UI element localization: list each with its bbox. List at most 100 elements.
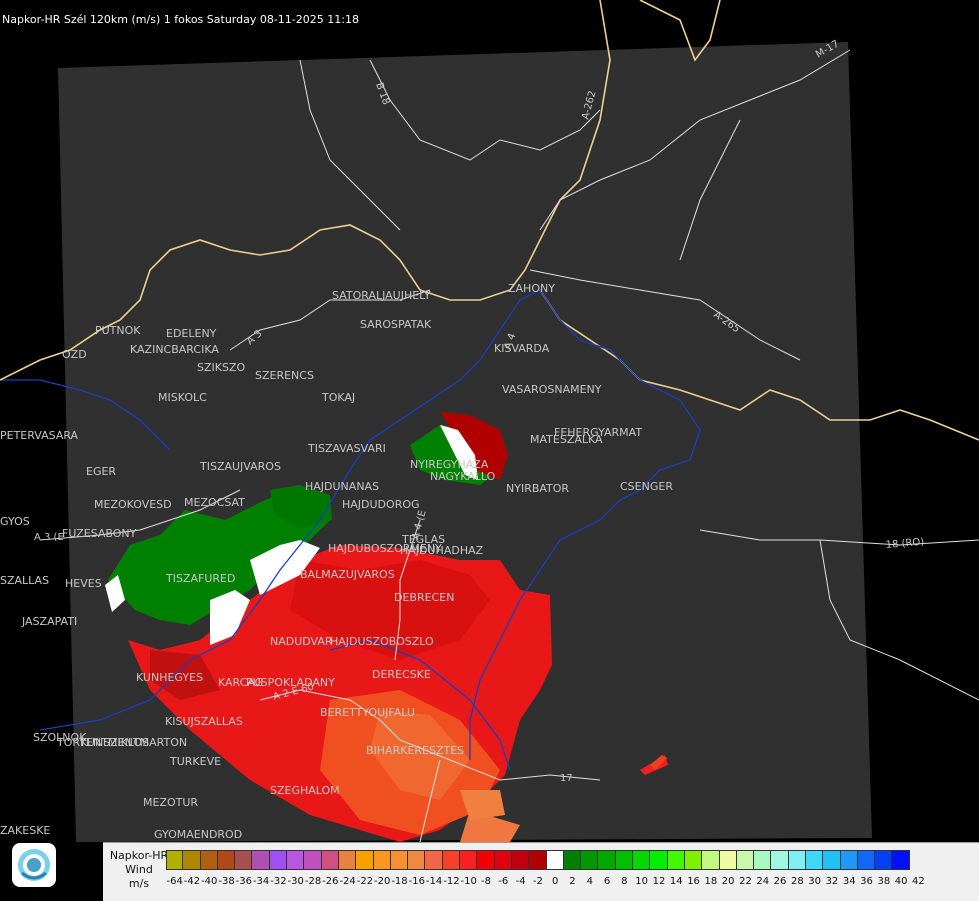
legend-tick-label: -8 [481,876,491,887]
legend-tick-label: -14 [425,876,443,887]
road-label: 17 [560,773,573,784]
city-label: NAGYKALLO [430,470,496,483]
city-label: EDELENY [166,327,217,340]
legend-tick-label: 14 [669,876,683,887]
legend-swatch [754,850,772,870]
legend-swatch [373,850,391,870]
city-label: MEZOKOVESD [94,498,172,511]
legend-tick-label: 40 [894,876,908,887]
city-label: SAROSPATAK [360,318,432,331]
legend-tick-label: 16 [687,876,700,887]
city-label: HAJDUDOROG [342,498,420,511]
city-label: TISZAUJVAROS [199,460,281,473]
legend-tick-label: -18 [391,876,408,887]
legend-swatch [321,850,339,870]
legend-swatch [217,850,236,870]
legend-swatch [771,850,789,870]
legend-swatch [875,850,893,870]
city-label: NYIRBATOR [506,482,569,495]
legend-tick-labels: -64 -42 -40 -38 -36 -34 -32 -30 -28 -26 -24 -22 -20-… [166,876,927,890]
city-label: TORTENTMIKLOS [56,736,149,749]
legend-tick-label: 28 [790,876,804,887]
legend-swatch [529,850,547,870]
legend-tick-label: -10 [460,876,477,887]
legend-title: Napkor-HR Wind m/s [103,849,175,891]
city-label: KUNHEGYES [136,671,203,684]
legend-swatch [511,850,530,870]
city-label: HAJDUHADHAZ [400,544,484,557]
legend-tick-label: -34 [252,876,270,887]
legend-swatch [252,850,270,870]
legend-swatch [840,850,858,870]
legend-tick-label: 42 [912,876,925,887]
legend-title-line: m/s [128,877,150,890]
legend-swatch [477,850,495,870]
city-label: BERETTYOUJFALU [320,706,415,719]
legend-swatch [563,850,582,870]
radar-map-view: SATORALJAUJHELY ZAHONY SAROSPATAK KISVAR… [0,0,979,901]
city-label: TURKEVE [169,755,221,768]
napkor-logo [12,843,56,887]
city-label: SZERENCS [255,369,314,382]
city-label: TISZAFURED [165,572,235,585]
city-label: BALMAZUJVAROS [300,568,395,581]
city-label: TISZAVASVARI [307,442,386,455]
legend-tick-label: 6 [603,876,611,887]
city-label: ZAKESKE [0,824,50,837]
legend-tick-label: 24 [756,876,770,887]
legend-tick-label: -20 [374,876,391,887]
legend-tick-label: 30 [808,876,821,887]
legend-tick-label: 20 [721,876,735,887]
legend-swatch [460,850,478,870]
legend-tick-label: -40 [201,876,218,887]
legend-tick-label: 26 [773,876,787,887]
city-label: TOKAJ [321,391,355,404]
city-label: JASZAPATI [21,615,77,628]
legend-swatch [650,850,668,870]
legend-swatch [736,850,755,870]
city-label: NADUDVAR [270,635,333,648]
legend-tick-label: -38 [218,876,235,887]
legend-tick-label: -64 [166,876,183,887]
legend-tick-label: 2 [569,876,576,887]
city-label: HAJDUNANAS [305,480,379,493]
city-label: GYOS [0,515,30,528]
city-label: VASAROSNAMENY [502,383,602,396]
legend-swatch [408,850,426,870]
city-label: CSENGER [620,480,673,493]
city-label: MEZOTUR [143,796,198,809]
city-label: PETERVASARA [0,429,79,442]
radar-title: Napkor-HR Szél 120km (m/s) 1 fokos Satur… [2,13,359,26]
city-label: MEZOCSAT [184,496,245,509]
legend-tick-label: -32 [270,876,287,887]
legend-swatch [304,850,322,870]
legend-swatch [269,850,288,870]
city-label: KISVARDA [494,342,550,355]
legend-tick-label: -28 [304,876,322,887]
city-label: HEVES [65,577,102,590]
legend-swatch [581,850,599,870]
legend-swatch [823,850,841,870]
city-label: PUTNOK [95,324,141,337]
city-label: SZALLAS [0,574,49,587]
legend-tick-label: -26 [322,876,339,887]
city-label: SZIKSZO [197,361,245,374]
legend-tick-label: -6 [498,876,509,887]
legend-swatch [892,850,910,870]
city-label: KISUJSZALLAS [165,715,243,728]
city-label: GYOMAENDROD [154,828,242,841]
city-label: SZEGHALOM [270,784,340,797]
city-label: MISKOLC [158,391,207,404]
legend-tick-label: -16 [408,876,425,887]
radar-map: SATORALJAUJHELY ZAHONY SAROSPATAK KISVAR… [0,0,979,842]
legend-tick-label: 32 [825,876,839,887]
legend-swatch [667,850,685,870]
legend-tick-label: 0 [551,876,559,887]
city-label: EGER [86,465,116,478]
legend-tick-label: -2 [532,876,543,887]
legend-swatch [235,850,253,870]
napkor-logo-icon [18,849,50,881]
legend-swatch [805,850,824,870]
city-label: DERECSKE [372,668,431,681]
legend-swatch [598,850,616,870]
